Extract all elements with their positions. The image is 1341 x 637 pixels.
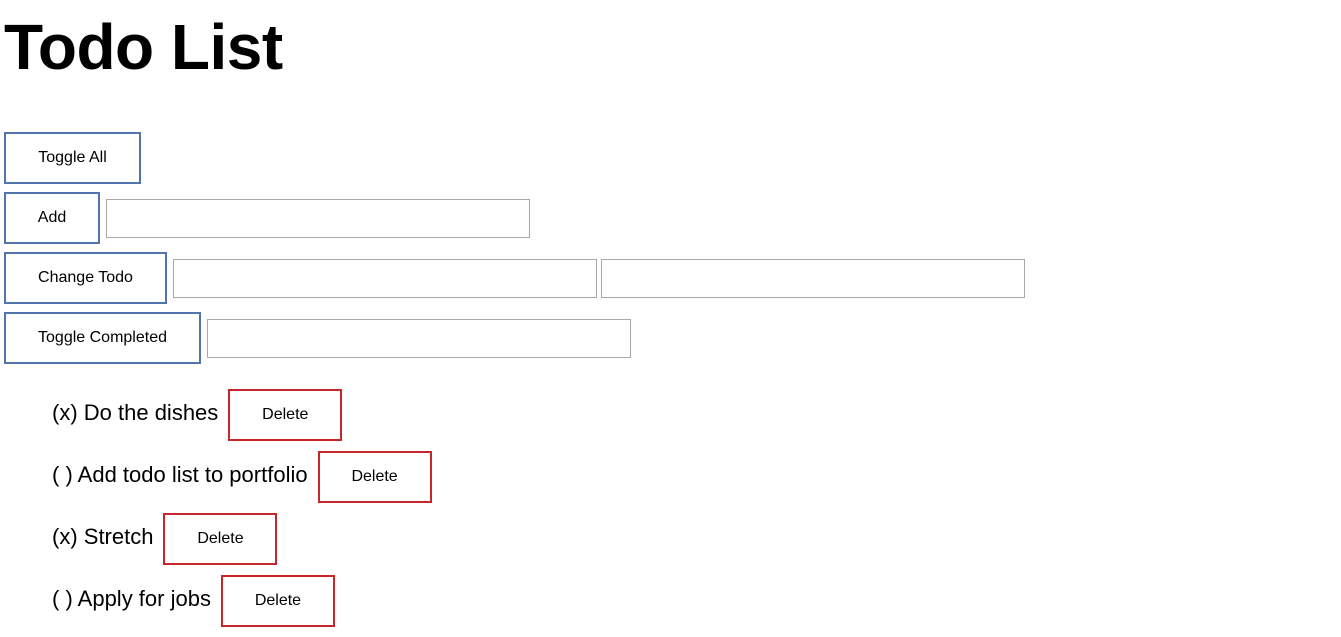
add-todo-input[interactable] xyxy=(106,198,530,238)
toggle-all-row: Toggle All xyxy=(4,132,141,184)
add-button[interactable]: Add xyxy=(4,192,100,244)
change-todo-row: Change Todo xyxy=(4,252,1025,304)
delete-button[interactable]: Delete xyxy=(228,389,343,441)
change-todo-text-input[interactable] xyxy=(601,258,1025,298)
todo-item: ( ) Add todo list to portfolio Delete xyxy=(52,451,432,503)
toggle-completed-button[interactable]: Toggle Completed xyxy=(4,312,201,364)
todo-text: (x) Do the dishes xyxy=(52,399,219,425)
todo-item: ( ) Apply for jobs Delete xyxy=(52,575,432,627)
toggle-completed-row: Toggle Completed xyxy=(4,312,631,364)
delete-button[interactable]: Delete xyxy=(220,575,335,627)
todo-text: (x) Stretch xyxy=(52,523,154,549)
add-row: Add xyxy=(4,192,530,244)
toggle-completed-position-input[interactable] xyxy=(207,318,631,358)
delete-button[interactable]: Delete xyxy=(163,513,278,565)
toggle-all-button[interactable]: Toggle All xyxy=(4,132,141,184)
todo-list: (x) Do the dishes Delete ( ) Add todo li… xyxy=(52,389,432,637)
todo-item: (x) Do the dishes Delete xyxy=(52,389,432,441)
change-todo-button[interactable]: Change Todo xyxy=(4,252,167,304)
todo-text: ( ) Apply for jobs xyxy=(52,585,211,611)
todo-item: (x) Stretch Delete xyxy=(52,513,432,565)
todo-text: ( ) Add todo list to portfolio xyxy=(52,461,308,487)
page-title: Todo List xyxy=(4,11,283,83)
delete-button[interactable]: Delete xyxy=(317,451,432,503)
change-todo-position-input[interactable] xyxy=(173,258,597,298)
